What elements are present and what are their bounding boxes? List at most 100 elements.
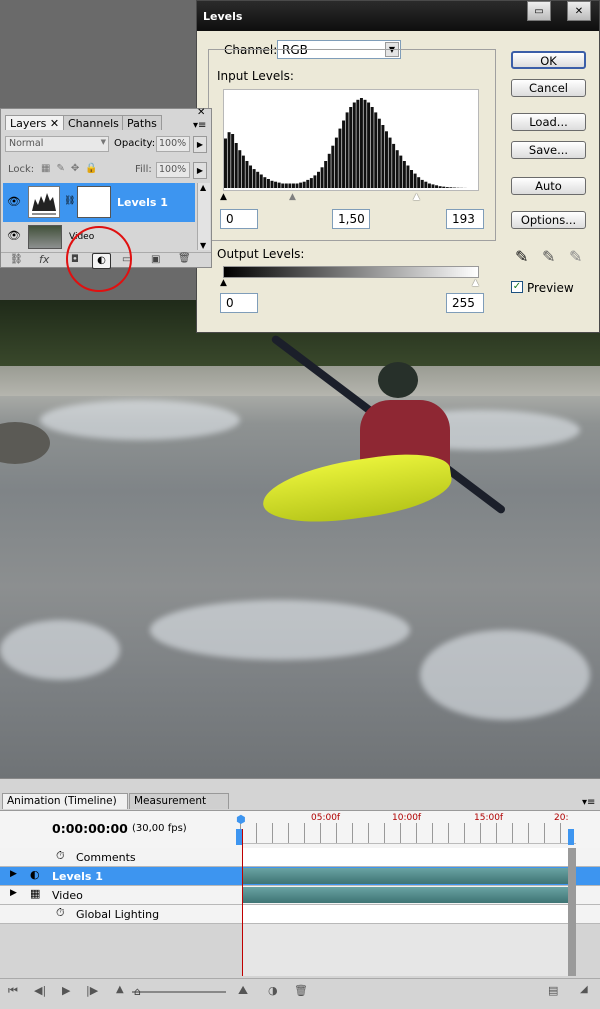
preview-checkbox[interactable]: ✓	[511, 281, 523, 293]
minimize-button[interactable]: ▭	[527, 1, 551, 21]
trash-icon[interactable]: 🗑	[294, 984, 308, 997]
work-area-end[interactable]	[568, 829, 574, 845]
white-eyedropper-icon[interactable]: ✎	[569, 247, 582, 266]
ruler-tick: 20:	[554, 813, 568, 823]
output-white-slider[interactable]: ▲	[472, 279, 479, 288]
output-black-field[interactable]: 0	[220, 293, 258, 313]
playhead-handle[interactable]: ⬢	[236, 813, 246, 826]
next-frame-icon[interactable]: |▶	[86, 984, 98, 997]
histogram-bar	[306, 180, 309, 188]
input-gamma-field[interactable]: 1,50	[332, 209, 370, 229]
expand-arrow-icon[interactable]: ▶	[10, 888, 17, 898]
layer-duration-bar[interactable]	[242, 887, 568, 903]
histogram-bar	[338, 129, 341, 188]
chain-link-icon[interactable]: ⛓	[64, 196, 75, 206]
input-white-field[interactable]: 193	[446, 209, 484, 229]
stopwatch-icon[interactable]: ⏱	[56, 906, 65, 920]
histogram-bar	[299, 183, 302, 188]
track-area[interactable]	[242, 905, 568, 923]
timeline-row-video[interactable]: ▶ ▦ Video	[0, 886, 600, 905]
zoom-slider[interactable]	[132, 991, 226, 993]
histogram-bar	[360, 98, 363, 188]
layer-duration-bar[interactable]	[242, 868, 568, 884]
tab-layers[interactable]: Layers ✕	[5, 115, 64, 130]
load-button[interactable]: Load...	[511, 113, 586, 131]
blend-mode-select[interactable]: Normal ▼	[5, 136, 109, 152]
onion-skin-icon[interactable]: ◑	[268, 984, 278, 997]
tab-animation-timeline[interactable]: Animation (Timeline) ✕	[2, 793, 128, 809]
panel-menu-icon[interactable]: ▾≡	[582, 797, 595, 808]
zoom-slider-handle[interactable]: ⌂	[134, 985, 141, 998]
output-black-slider[interactable]: ▲	[220, 279, 227, 288]
layers-scrollbar[interactable]: ▲ ▼	[197, 183, 210, 250]
fill-arrow[interactable]: ▶	[193, 162, 207, 179]
histogram-bar	[356, 100, 359, 188]
opacity-arrow[interactable]: ▶	[193, 136, 207, 153]
histogram-bar	[231, 134, 234, 188]
timeline-row-levels[interactable]: ▶ ◐ Levels 1	[0, 867, 600, 886]
timeline-row-global-lighting[interactable]: ⏱ Global Lighting	[0, 905, 600, 924]
first-frame-icon[interactable]: ⏮	[8, 984, 18, 998]
histogram-bar	[310, 178, 313, 188]
histogram-bar	[288, 184, 291, 189]
layer-mask-thumbnail	[77, 186, 111, 218]
convert-to-frame-animation-icon[interactable]: ▤	[548, 984, 558, 997]
zoom-out-icon[interactable]: ▲	[116, 984, 124, 995]
output-white-field[interactable]: 255	[446, 293, 484, 313]
resize-grip-icon[interactable]: ◢	[580, 984, 588, 995]
close-button[interactable]: ✕	[567, 1, 591, 21]
scroll-up-icon[interactable]: ▲	[200, 183, 206, 192]
tab-paths[interactable]: Paths	[122, 115, 162, 130]
new-layer-icon[interactable]: ▣	[151, 254, 160, 265]
layer-row-levels[interactable]: 👁 ⛓ Levels 1	[3, 183, 195, 222]
tab-channels[interactable]: Channels	[63, 115, 124, 130]
preview-label: Preview	[527, 281, 574, 295]
output-slider-track[interactable]: ▲ ▲	[223, 279, 479, 289]
layer-name[interactable]: Levels 1	[117, 196, 168, 209]
output-gradient	[223, 266, 479, 278]
panel-close-icon[interactable]: ✕	[197, 107, 205, 118]
fill-field[interactable]: 100%	[156, 162, 190, 178]
panel-menu-icon[interactable]: ▾≡	[193, 120, 206, 131]
stopwatch-icon[interactable]: ⏱	[56, 849, 65, 863]
eye-icon[interactable]: 👁	[7, 229, 21, 242]
save-button[interactable]: Save...	[511, 141, 586, 159]
trash-icon[interactable]: 🗑	[178, 253, 191, 264]
timecode[interactable]: 0:00:00:00	[52, 821, 128, 836]
expand-arrow-icon[interactable]: ▶	[10, 869, 17, 879]
black-eyedropper-icon[interactable]: ✎	[515, 247, 528, 266]
scroll-down-icon[interactable]: ▼	[200, 241, 206, 250]
fx-icon[interactable]: fx	[39, 253, 49, 266]
auto-button[interactable]: Auto	[511, 177, 586, 195]
opacity-field[interactable]: 100%	[156, 136, 190, 152]
helmet	[378, 362, 418, 398]
lock-icons[interactable]: ▦✎✥🔒	[41, 163, 104, 174]
input-slider-track[interactable]: ▲ ▲ ▲	[223, 193, 479, 203]
black-point-slider[interactable]: ▲	[220, 193, 227, 202]
options-button[interactable]: Options...	[511, 211, 586, 229]
time-ruler[interactable]	[240, 823, 576, 844]
eye-icon[interactable]: 👁	[7, 195, 21, 208]
annotation-circle	[66, 226, 132, 292]
tab-measurement-log[interactable]: Measurement Log	[129, 793, 229, 809]
ok-button[interactable]: OK	[511, 51, 586, 69]
timeline-row-comments[interactable]: ⏱ Comments	[0, 848, 600, 867]
rock	[0, 422, 50, 464]
play-icon[interactable]: ▶	[62, 984, 70, 997]
track-area[interactable]	[242, 848, 568, 866]
histogram-bar	[335, 138, 338, 188]
chevron-down-icon: ▼	[101, 138, 106, 146]
previous-frame-icon[interactable]: ◀|	[34, 984, 46, 997]
link-layers-icon[interactable]: ⛓	[10, 254, 23, 265]
cancel-button[interactable]: Cancel	[511, 79, 586, 97]
levels-titlebar[interactable]: Levels ▭ ✕	[197, 1, 599, 31]
histogram-bar	[285, 184, 288, 189]
input-black-field[interactable]: 0	[220, 209, 258, 229]
playhead-line	[242, 829, 243, 976]
white-point-slider[interactable]: ▲	[413, 193, 420, 202]
gamma-slider[interactable]: ▲	[289, 193, 296, 202]
track-scrollbar[interactable]	[568, 848, 576, 976]
zoom-in-icon[interactable]: ⛰	[238, 983, 248, 998]
gray-eyedropper-icon[interactable]: ✎	[542, 247, 555, 266]
histogram-bar	[353, 103, 356, 189]
